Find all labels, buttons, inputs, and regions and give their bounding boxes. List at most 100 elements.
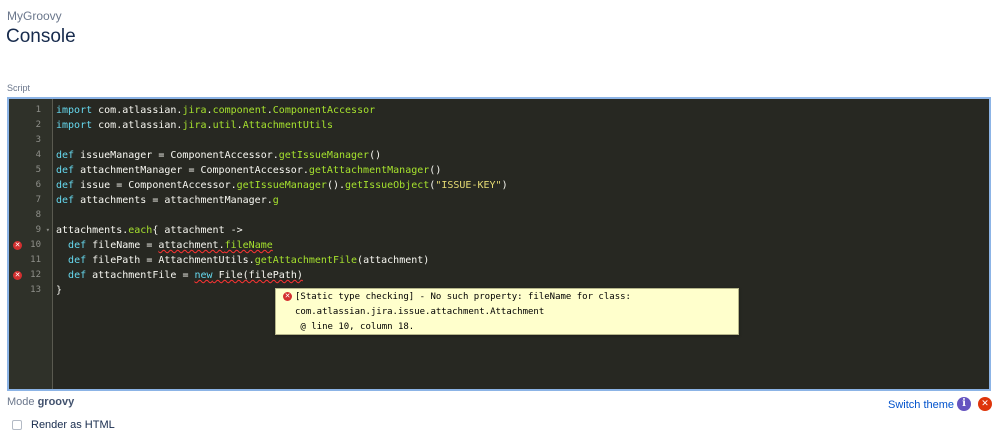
line-number: 9 [35,225,41,235]
page-title: Console [6,26,76,47]
error-marker-icon[interactable]: ✕ [13,241,22,250]
code-token: attachments. [56,225,129,236]
code-token: issueManager = ComponentAccessor. [74,150,279,161]
breadcrumb[interactable]: MyGroovy [7,9,62,23]
code-token: } [56,285,63,296]
info-icon[interactable]: i [957,397,971,411]
code-token: attachmentFile = [86,270,195,281]
code-token: ) [501,180,508,191]
code-token: new [194,270,213,281]
render-as-html-row[interactable]: Render as HTML [12,419,115,431]
code-token: g [272,195,279,206]
gutter-line: 12 ✕ [9,268,52,283]
code-token: attachment. [158,240,225,251]
code-token: () [429,165,442,176]
code-token: { attachment -> [152,225,243,236]
code-token: getAttachmentFile [254,255,358,266]
code-editor[interactable]: 1 2 3 4 5 6 7 8 9 ▾ 10 ✕ 11 12 ✕ 13 import com.atlassia… [7,97,991,391]
gutter-line: 9 ▾ [9,223,52,238]
line-number: 8 [35,210,41,220]
gutter-line: 7 [9,193,52,208]
code-token: attachments = attachmentManager. [74,195,273,206]
code-token: "ISSUE-KEY" [435,180,502,191]
tooltip-class: com.atlassian.jira.issue.attachment.Atta… [295,307,545,317]
code-token: com.atlassian. [92,120,183,131]
line-number: 12 [30,270,41,280]
code-area[interactable]: import com.atlassian.jira.component.Comp… [52,99,989,389]
code-line[interactable]: def attachments = attachmentManager.g [56,193,279,208]
code-token: each [128,225,153,236]
error-marker-icon[interactable]: ✕ [13,271,22,280]
code-token: def [56,165,75,176]
code-token: (attachment) [357,255,430,266]
gutter-line: 2 [9,118,52,133]
line-number: 1 [35,105,41,115]
code-token: import [56,105,93,116]
gutter-line: 6 [9,178,52,193]
code-token: util [212,120,237,131]
code-token: com.atlassian. [92,105,183,116]
render-as-html-checkbox[interactable] [12,420,22,430]
code-token: getIssueManager [236,180,327,191]
code-line[interactable]: def attachmentFile = new File(filePath) [56,268,303,283]
tooltip-message: [Static type checking] - No such propert… [295,292,631,302]
code-token: attachmentManager = ComponentAccessor. [74,165,309,176]
code-token: File(filePath) [212,270,303,281]
line-number: 7 [35,195,41,205]
code-token: import [56,120,93,131]
code-token: issue = ComponentAccessor. [74,180,237,191]
code-token: getIssueObject [345,180,430,191]
line-number: 13 [30,285,41,295]
code-token: def [56,195,75,206]
editor-gutter: 1 2 3 4 5 6 7 8 9 ▾ 10 ✕ 11 12 ✕ 13 [9,99,53,389]
code-line[interactable]: def issueManager = ComponentAccessor.get… [56,148,381,163]
gutter-line: 11 [9,253,52,268]
code-token: getAttachmentManager [308,165,430,176]
code-line[interactable]: import com.atlassian.jira.component.Comp… [56,103,375,118]
gutter-line: 3 [9,133,52,148]
code-line[interactable]: def issue = ComponentAccessor.getIssueMa… [56,178,508,193]
line-number: 3 [35,135,41,145]
code-token: fileName = [86,240,159,251]
code-token: ComponentAccessor [272,105,376,116]
gutter-line: 1 [9,103,52,118]
line-number: 10 [30,240,41,250]
code-line[interactable]: def fileName = attachment.fileName [56,238,273,253]
gutter-line: 10 ✕ [9,238,52,253]
mode-indicator: Mode groovy [7,396,74,408]
mode-prefix: Mode [7,396,38,408]
code-token: component [212,105,267,116]
code-token: def [68,240,87,251]
code-line[interactable]: def filePath = AttachmentUtils.getAttach… [56,253,429,268]
gutter-line: 8 [9,208,52,223]
code-line[interactable]: } [56,283,62,298]
code-token: AttachmentUtils [242,120,333,131]
gutter-line: 13 [9,283,52,298]
code-token: def [56,150,75,161]
code-line[interactable]: attachments.each{ attachment -> [56,223,243,238]
code-token: () [369,150,382,161]
code-line[interactable]: import com.atlassian.jira.util.Attachmen… [56,118,333,133]
error-status-icon[interactable]: ✕ [978,397,992,411]
error-tooltip: ✕ [Static type checking] - No such prope… [275,288,739,335]
line-number: 2 [35,120,41,130]
error-icon: ✕ [283,292,292,301]
tooltip-location: @ line 10, column 18. [295,322,415,332]
code-token: fileName [224,240,273,251]
gutter-line: 5 [9,163,52,178]
script-label: Script [7,83,31,93]
switch-theme-link[interactable]: Switch theme [888,399,954,411]
line-number: 5 [35,165,41,175]
code-token: jira [182,105,207,116]
line-number: 4 [35,150,41,160]
fold-toggle-icon[interactable]: ▾ [46,223,50,238]
render-as-html-label: Render as HTML [31,419,115,431]
code-token: filePath = AttachmentUtils. [86,255,255,266]
code-line[interactable]: def attachmentManager = ComponentAccesso… [56,163,441,178]
mode-value: groovy [37,396,75,408]
gutter-line: 4 [9,148,52,163]
code-token: def [68,270,87,281]
